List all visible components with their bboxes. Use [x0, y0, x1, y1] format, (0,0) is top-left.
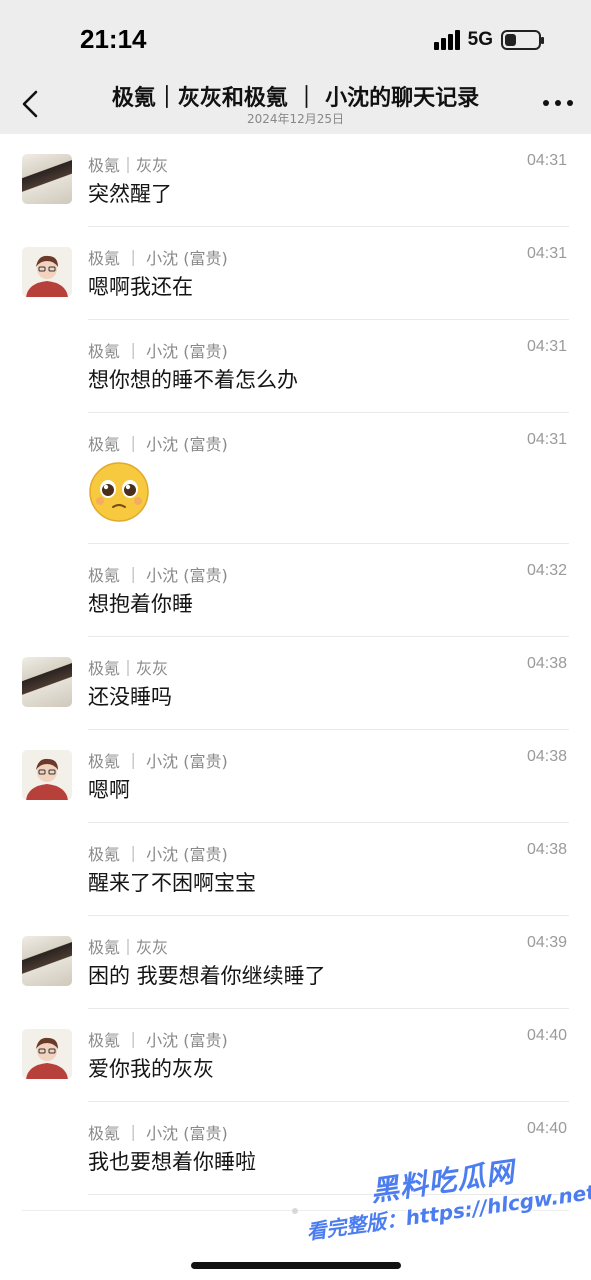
sender-name: 极氪 ｜ 小沈 (富贵)	[88, 435, 228, 454]
battery-icon	[501, 30, 544, 50]
sender-name: 极氪｜灰灰	[88, 156, 169, 175]
person-avatar-icon	[22, 1029, 72, 1079]
message-time: 04:32	[526, 562, 567, 579]
chat-record-list[interactable]: 极氪｜灰灰 04:31 突然醒了 极氪 ｜ 小沈 (富贵) 04:31 嗯啊我还在 极氪 ｜…	[0, 134, 591, 1195]
sender-name: 极氪 ｜ 小沈 (富贵)	[88, 342, 228, 361]
avatar[interactable]	[22, 1029, 72, 1079]
top-bar: 21:14 5G 极氪｜灰灰和极氪 ｜ 小沈的聊天记录 2024年12月25日	[0, 0, 591, 134]
avatar[interactable]	[22, 657, 72, 707]
avatar[interactable]	[22, 154, 72, 204]
message-time: 04:38	[526, 748, 567, 765]
chat-message[interactable]: 极氪 ｜ 小沈 (富贵) 04:38 嗯啊	[0, 730, 591, 823]
message-time: 04:38	[526, 841, 567, 858]
sender-name: 极氪｜灰灰	[88, 938, 169, 957]
sender-name: 极氪 ｜ 小沈 (富贵)	[88, 566, 228, 585]
chat-message[interactable]: 极氪｜灰灰 04:31 突然醒了	[0, 134, 591, 227]
avatar[interactable]	[22, 936, 72, 986]
message-text: 嗯啊	[88, 778, 130, 802]
chat-message[interactable]: 极氪｜灰灰 04:39 困的 我要想着你继续睡了	[0, 916, 591, 1009]
message-time: 04:40	[526, 1120, 567, 1137]
avatar[interactable]	[22, 750, 72, 800]
message-text: 困的 我要想着你继续睡了	[88, 964, 326, 988]
message-time: 04:31	[526, 152, 567, 169]
chat-message[interactable]: 极氪 ｜ 小沈 (富贵) 04:31 想你想的睡不着怎么办	[0, 320, 591, 413]
signal-icon	[433, 30, 460, 50]
avatar[interactable]	[22, 247, 72, 297]
chat-message[interactable]: 极氪 ｜ 小沈 (富贵) 04:40 爱你我的灰灰	[0, 1009, 591, 1102]
more-dot-icon	[567, 100, 573, 106]
status-indicators: 5G	[433, 28, 544, 52]
message-text: 突然醒了	[88, 182, 172, 206]
message-text: 醒来了不困啊宝宝	[88, 871, 256, 895]
page-date: 2024年12月25日	[246, 112, 345, 126]
pleading-face-icon	[88, 461, 150, 523]
sender-name: 极氪 ｜ 小沈 (富贵)	[88, 249, 228, 268]
chat-message[interactable]: 极氪｜灰灰 04:38 还没睡吗	[0, 637, 591, 730]
message-time: 04:31	[526, 338, 567, 355]
message-text: 还没睡吗	[88, 685, 172, 709]
sender-name: 极氪 ｜ 小沈 (富贵)	[88, 1031, 228, 1050]
chat-message[interactable]: 极氪 ｜ 小沈 (富贵) 04:31	[0, 413, 591, 544]
message-time: 04:31	[526, 245, 567, 262]
message-time: 04:40	[526, 1027, 567, 1044]
battery-level	[505, 34, 516, 46]
message-text: 嗯啊我还在	[88, 275, 193, 299]
home-indicator	[191, 1262, 401, 1269]
sender-name: 极氪 ｜ 小沈 (富贵)	[88, 752, 228, 771]
network-label: 5G	[467, 29, 493, 50]
status-time: 21:14	[80, 24, 147, 54]
message-text: 想你想的睡不着怎么办	[88, 368, 298, 392]
sender-name: 极氪 ｜ 小沈 (富贵)	[88, 1124, 228, 1143]
more-button[interactable]	[543, 96, 573, 110]
person-avatar-icon	[22, 750, 72, 800]
sender-name: 极氪｜灰灰	[88, 659, 169, 678]
page-dot	[292, 1208, 298, 1214]
chat-message[interactable]: 极氪 ｜ 小沈 (富贵) 04:32 想抱着你睡	[0, 544, 591, 637]
chat-message[interactable]: 极氪 ｜ 小沈 (富贵) 04:31 嗯啊我还在	[0, 227, 591, 320]
more-dot-icon	[543, 100, 549, 106]
message-text: 我也要想着你睡啦	[88, 1150, 256, 1174]
back-button[interactable]	[14, 84, 48, 124]
message-text: 爱你我的灰灰	[88, 1057, 214, 1081]
sender-name: 极氪 ｜ 小沈 (富贵)	[88, 845, 228, 864]
chat-message[interactable]: 极氪 ｜ 小沈 (富贵) 04:38 醒来了不困啊宝宝	[0, 823, 591, 916]
message-time: 04:39	[526, 934, 567, 951]
more-dot-icon	[555, 100, 561, 106]
message-time: 04:31	[526, 431, 567, 448]
chevron-left-icon	[22, 90, 38, 118]
person-avatar-icon	[22, 247, 72, 297]
page-title: 极氪｜灰灰和极氪 ｜ 小沈的聊天记录	[111, 86, 480, 111]
message-text: 想抱着你睡	[88, 592, 193, 616]
message-time: 04:38	[526, 655, 567, 672]
